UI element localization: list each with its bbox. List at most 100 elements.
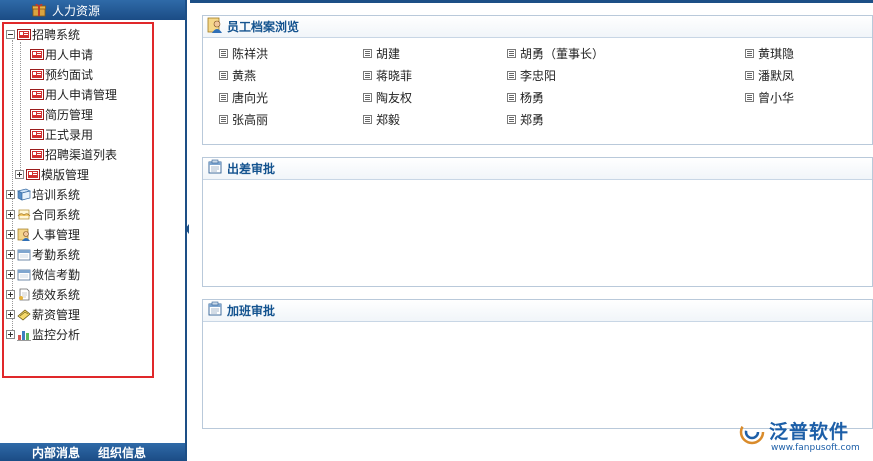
tree-node-performance[interactable]: 绩效系统 [6, 285, 80, 303]
tree-node-recruitment[interactable]: 招聘系统 [6, 25, 80, 43]
employee-records-panel: 员工档案浏览 陈祥洪 胡建 胡勇（董事长） 黄琪隐 黄燕 蒋晓菲 李忠阳 潘默凤… [202, 15, 873, 145]
business-trip-approval-panel: 出差审批 [202, 157, 873, 287]
tree-node-label: 薪资管理 [32, 307, 81, 322]
notebook-icon [17, 188, 31, 201]
panel-header: 出差审批 [203, 158, 872, 180]
expand-toggle-icon[interactable] [6, 269, 15, 279]
tab-internal-messages[interactable]: 内部消息 [32, 444, 80, 461]
brand-name: 泛普软件 [769, 421, 850, 443]
tree-node-interview[interactable]: 预约面试 [30, 65, 93, 83]
employee-link[interactable]: 郑勇 [507, 110, 544, 128]
employee-link[interactable]: 黄燕 [219, 66, 256, 84]
expand-toggle-icon[interactable] [6, 209, 15, 219]
tree-node-label: 用人申请管理 [45, 87, 118, 102]
tree-node-resume-mgmt[interactable]: 简历管理 [30, 105, 93, 123]
card-icon [30, 108, 44, 121]
employee-link[interactable]: 杨勇 [507, 88, 544, 106]
user-profile-icon [207, 17, 223, 36]
card-icon [30, 148, 44, 161]
tree-node-contract[interactable]: 合同系统 [6, 205, 80, 223]
employee-link[interactable]: 郑毅 [363, 110, 400, 128]
tree-node-label: 微信考勤 [32, 267, 81, 282]
sidebar-header[interactable]: 人力资源 [0, 0, 185, 20]
brand-logo: 泛普软件 www.fanpusoft.com [737, 417, 863, 457]
record-icon [745, 92, 754, 102]
approval-document-icon [207, 159, 223, 178]
folder-card-icon [17, 28, 31, 41]
record-icon [507, 114, 516, 124]
tree-node-label: 合同系统 [32, 207, 81, 222]
employee-link[interactable]: 胡勇（董事长） [507, 44, 604, 62]
tree-node-training[interactable]: 培训系统 [6, 185, 80, 203]
overtime-approval-panel: 加班审批 [202, 299, 873, 429]
tree-node-attendance[interactable]: 考勤系统 [6, 245, 80, 263]
tree-node-monitoring[interactable]: 监控分析 [6, 325, 80, 343]
tree-connector [20, 42, 21, 174]
card-icon [30, 68, 44, 81]
tree-node-wechat-attendance[interactable]: 微信考勤 [6, 265, 80, 283]
card-icon [30, 48, 44, 61]
tree-node-formal-hire[interactable]: 正式录用 [30, 125, 93, 143]
record-icon [363, 114, 372, 124]
employee-link[interactable]: 陶友权 [363, 88, 412, 106]
employee-link[interactable]: 陈祥洪 [219, 44, 268, 62]
tab-org-info[interactable]: 组织信息 [98, 444, 146, 461]
tree-node-label: 模版管理 [41, 167, 90, 182]
sidebar-footer: 内部消息 组织信息 [0, 443, 185, 461]
calendar-icon [17, 248, 31, 261]
employee-link[interactable]: 潘默凤 [745, 66, 794, 84]
bar-chart-icon [17, 328, 31, 341]
panel-title: 员工档案浏览 [227, 20, 300, 34]
record-icon [507, 70, 516, 80]
handshake-icon [17, 208, 31, 221]
tree-node-template-mgmt[interactable]: 模版管理 [15, 165, 89, 183]
tree-node-label: 绩效系统 [32, 287, 81, 302]
tree-node-label: 招聘渠道列表 [45, 147, 118, 162]
expand-toggle-icon[interactable] [6, 329, 15, 339]
employee-link[interactable]: 张高丽 [219, 110, 268, 128]
employee-link[interactable]: 李忠阳 [507, 66, 556, 84]
brand-swirl-icon [739, 419, 765, 445]
expand-toggle-icon[interactable] [6, 229, 15, 239]
employee-link[interactable]: 曾小华 [745, 88, 794, 106]
tree-node-recruit-channels[interactable]: 招聘渠道列表 [30, 145, 117, 163]
calendar-icon [17, 268, 31, 281]
tree-node-label: 招聘系统 [32, 27, 81, 42]
expand-toggle-icon[interactable] [6, 249, 15, 259]
tree-node-label: 用人申请 [45, 47, 94, 62]
record-icon [363, 48, 372, 58]
expand-toggle-icon[interactable] [6, 289, 15, 299]
card-icon [30, 128, 44, 141]
tree-node-label: 人事管理 [32, 227, 81, 242]
tree-node-label: 培训系统 [32, 187, 81, 202]
record-icon [507, 48, 516, 58]
panel-title: 加班审批 [227, 304, 276, 318]
tree-node-label: 监控分析 [32, 327, 81, 342]
main-content: 员工档案浏览 陈祥洪 胡建 胡勇（董事长） 黄琪隐 黄燕 蒋晓菲 李忠阳 潘默凤… [190, 0, 873, 461]
approval-document-icon [207, 301, 223, 320]
panel-header: 加班审批 [203, 300, 872, 322]
collapse-toggle-icon[interactable] [6, 29, 15, 39]
record-icon [745, 70, 754, 80]
tree-node-staffing-request-mgmt[interactable]: 用人申请管理 [30, 85, 117, 103]
tree-node-label: 考勤系统 [32, 247, 81, 262]
expand-toggle-icon[interactable] [15, 169, 24, 179]
employee-link[interactable]: 胡建 [363, 44, 400, 62]
expand-toggle-icon[interactable] [6, 189, 15, 199]
tree-node-payroll[interactable]: 薪资管理 [6, 305, 80, 323]
employee-link[interactable]: 蒋晓菲 [363, 66, 412, 84]
record-icon [363, 92, 372, 102]
money-icon [17, 308, 31, 321]
record-icon [219, 92, 228, 102]
employee-link[interactable]: 唐向光 [219, 88, 268, 106]
record-icon [745, 48, 754, 58]
tree-node-staffing-request[interactable]: 用人申请 [30, 45, 93, 63]
expand-toggle-icon[interactable] [6, 309, 15, 319]
record-icon [219, 70, 228, 80]
brand-url: www.fanpusoft.com [771, 443, 860, 453]
card-icon [26, 168, 40, 181]
employee-link[interactable]: 黄琪隐 [745, 44, 794, 62]
tree-node-personnel[interactable]: 人事管理 [6, 225, 80, 243]
panel-title: 出差审批 [227, 162, 276, 176]
panel-header: 员工档案浏览 [203, 16, 872, 38]
